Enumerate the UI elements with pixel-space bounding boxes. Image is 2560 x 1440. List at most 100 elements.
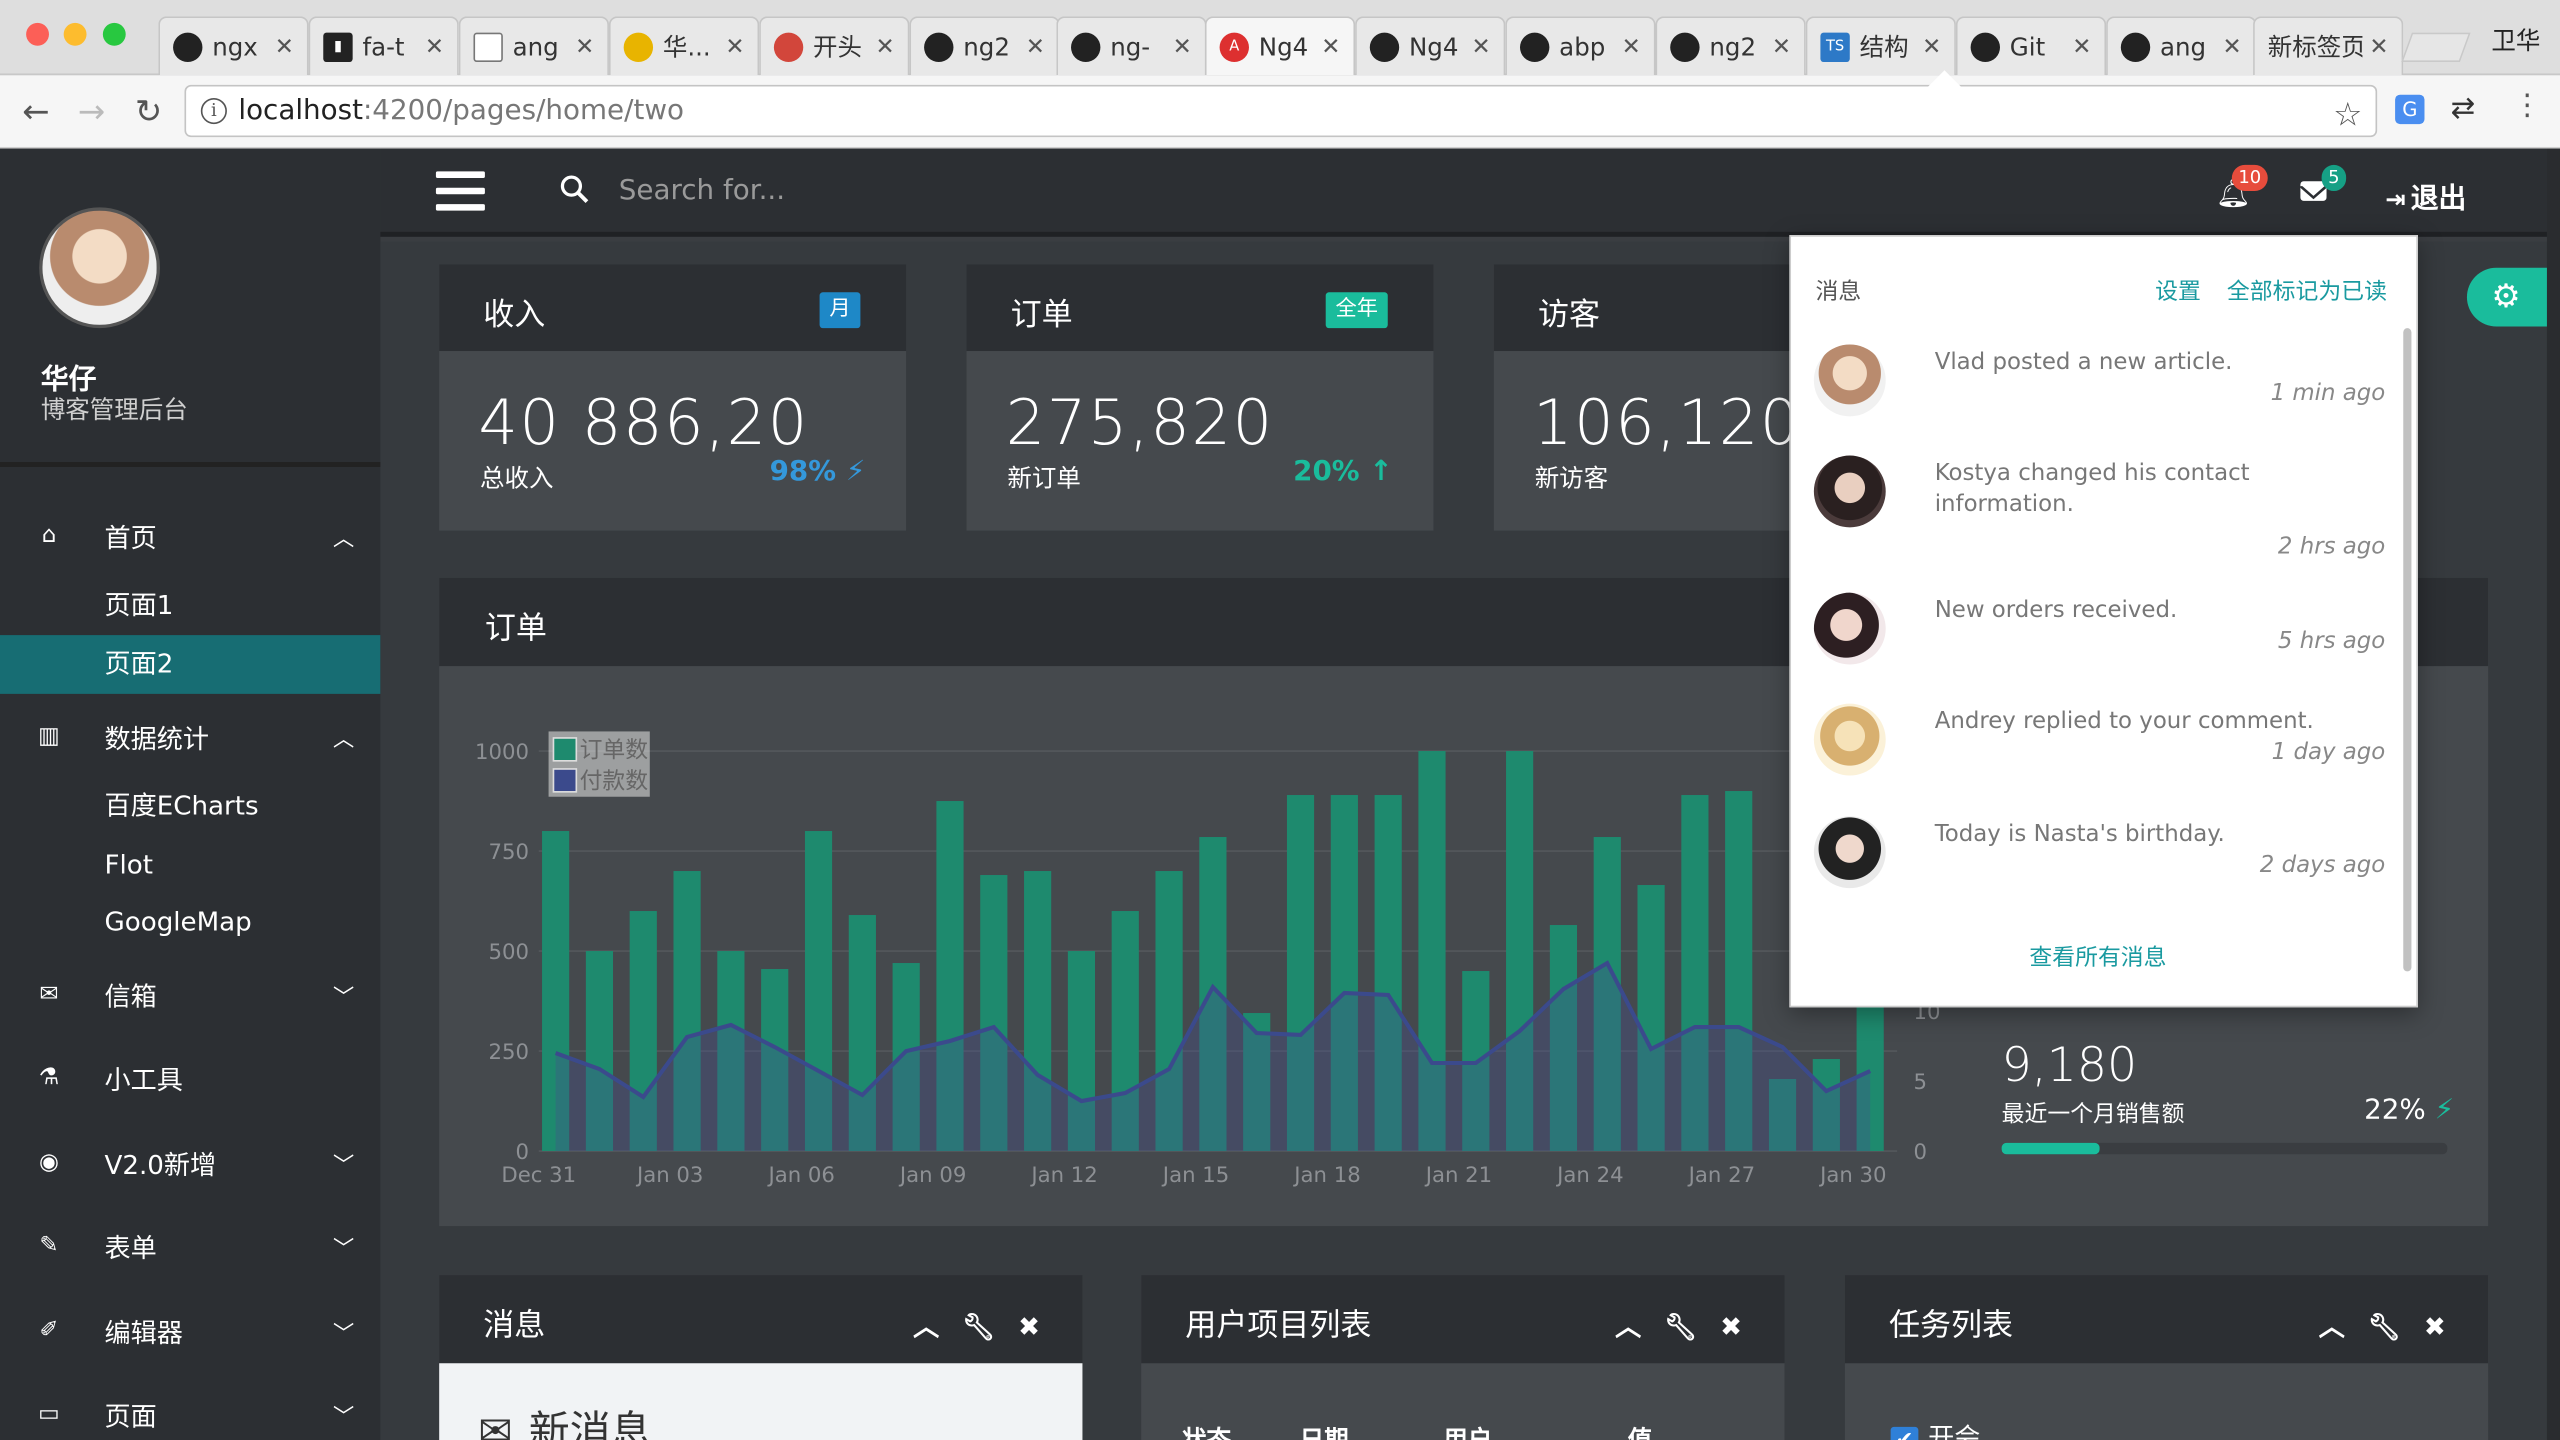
- extension-icon[interactable]: ⇄: [2451, 91, 2476, 125]
- settings-link[interactable]: 设置: [2155, 274, 2201, 307]
- tab-close-icon[interactable]: ✕: [1321, 33, 1340, 59]
- table-header-cell[interactable]: 日期: [1300, 1422, 1349, 1440]
- chevron-up-icon[interactable]: ︿: [333, 520, 354, 551]
- notification-item[interactable]: Vlad posted a new article. 1 min ago: [1791, 344, 2405, 448]
- sidebar-item[interactable]: ✎ 表单 ﹀: [0, 1216, 380, 1275]
- profile-name[interactable]: 卫华: [2491, 23, 2540, 57]
- wrench-icon[interactable]: 🔧︎: [962, 1311, 995, 1342]
- reload-icon[interactable]: ↻: [129, 91, 168, 130]
- table-header-cell[interactable]: 用户: [1443, 1422, 1492, 1440]
- stat-value: 40 886,20: [478, 386, 809, 459]
- search-icon[interactable]: [560, 175, 589, 204]
- sidebar-subitem[interactable]: 页面1: [0, 576, 380, 635]
- browser-tab[interactable]: Git ✕: [1955, 16, 2107, 76]
- stat-period-badge[interactable]: 月: [819, 292, 861, 329]
- chevron-up-icon[interactable]: ︿: [913, 1311, 939, 1342]
- sidebar-item[interactable]: ✐ 编辑器 ﹀: [0, 1301, 380, 1360]
- task-item[interactable]: ✔ 开会: [1890, 1416, 1980, 1440]
- info-icon[interactable]: i: [200, 97, 227, 125]
- task-checkbox[interactable]: ✔: [1890, 1426, 1919, 1440]
- avatar[interactable]: [39, 207, 160, 329]
- back-icon[interactable]: ←: [16, 91, 55, 130]
- sidebar-subitem[interactable]: 页面2: [0, 635, 381, 694]
- chevron-down-icon[interactable]: ﹀: [333, 979, 354, 1009]
- wrench-icon[interactable]: 🔧︎: [1664, 1311, 1697, 1342]
- sidebar-item[interactable]: ▥ 数据统计 ︿: [0, 707, 380, 766]
- tab-close-icon[interactable]: ✕: [275, 33, 294, 59]
- view-all-messages-link[interactable]: 查看所有消息: [1791, 940, 2405, 973]
- chevron-down-icon[interactable]: ﹀: [333, 1230, 354, 1261]
- hamburger-menu-icon[interactable]: [435, 171, 485, 211]
- page-scrollbar[interactable]: [2546, 148, 2560, 1440]
- browser-tab[interactable]: ngx ✕: [158, 16, 309, 76]
- chevron-up-icon[interactable]: ︿: [1615, 1311, 1641, 1342]
- tab-close-icon[interactable]: ✕: [575, 33, 594, 59]
- widget-tools: ︿ 🔧︎ ✖: [2296, 1304, 2446, 1343]
- browser-menu-icon[interactable]: ⋮: [2513, 88, 2542, 122]
- browser-tab[interactable]: ng- ✕: [1056, 16, 1207, 76]
- chevron-down-icon[interactable]: ﹀: [333, 1398, 354, 1429]
- browser-tab[interactable]: TS 结构 ✕: [1805, 16, 1956, 76]
- browser-tab[interactable]: abp ✕: [1505, 16, 1656, 76]
- browser-tab[interactable]: Ng4 ✕: [1355, 16, 1506, 76]
- notification-item[interactable]: Kostya changed his contact information. 2…: [1791, 455, 2405, 587]
- chevron-up-icon[interactable]: ︿: [2319, 1311, 2345, 1342]
- stat-period-badge[interactable]: 全年: [1325, 292, 1388, 329]
- new-tab-button[interactable]: [2401, 32, 2471, 63]
- tab-close-icon[interactable]: ✕: [1026, 33, 1045, 59]
- browser-tab[interactable]: ang ✕: [2106, 16, 2257, 76]
- chevron-up-icon[interactable]: ︿: [333, 721, 354, 751]
- browser-tab[interactable]: 新标签页 ✕: [2253, 16, 2404, 76]
- browser-tab[interactable]: 开头 ✕: [759, 16, 910, 76]
- tab-close-icon[interactable]: ✕: [1173, 33, 1192, 59]
- close-icon[interactable]: ✖: [2424, 1311, 2446, 1342]
- sidebar-item[interactable]: ⚗ 小工具: [0, 1048, 380, 1107]
- translate-extension-icon[interactable]: G: [2395, 94, 2425, 125]
- mark-all-read-link[interactable]: 全部标记为已读: [2227, 274, 2387, 307]
- tab-close-icon[interactable]: ✕: [1922, 33, 1941, 59]
- search-input[interactable]: [618, 171, 1272, 211]
- chevron-down-icon[interactable]: ﹀: [333, 1315, 354, 1346]
- tab-close-icon[interactable]: ✕: [2369, 33, 2388, 59]
- wrench-icon[interactable]: 🔧︎: [2368, 1311, 2401, 1342]
- notification-item[interactable]: New orders received. 5 hrs ago: [1791, 592, 2405, 697]
- sidebar-item[interactable]: ✉ 信箱 ﹀: [0, 965, 380, 1024]
- sidebar-subitem[interactable]: GoogleMap: [0, 893, 380, 952]
- browser-tab[interactable]: ng2 ✕: [909, 16, 1060, 76]
- maximize-window-button[interactable]: [102, 22, 126, 46]
- notification-item[interactable]: Today is Nasta's birthday. 2 days ago: [1791, 816, 2405, 920]
- browser-tab[interactable]: A Ng4 ✕: [1204, 16, 1356, 76]
- address-bar[interactable]: i localhost:4200/pages/home/two ☆: [184, 84, 2378, 139]
- tab-close-icon[interactable]: ✕: [725, 33, 744, 59]
- close-icon[interactable]: ✖: [1720, 1311, 1742, 1342]
- shield-icon: [773, 31, 804, 62]
- browser-tab[interactable]: □ ang ✕: [458, 16, 609, 76]
- chevron-down-icon[interactable]: ﹀: [333, 1147, 354, 1177]
- dropdown-scrollbar[interactable]: [2403, 328, 2412, 972]
- close-icon[interactable]: ✖: [1018, 1311, 1040, 1342]
- forward-icon[interactable]: →: [72, 91, 111, 130]
- logout-button[interactable]: ⇥ 退出: [2385, 175, 2466, 216]
- sidebar-subitem[interactable]: 百度ECharts: [0, 777, 380, 836]
- browser-tab[interactable]: 华... ✕: [608, 16, 760, 76]
- tab-close-icon[interactable]: ✕: [1772, 33, 1791, 59]
- minimize-window-button[interactable]: [63, 22, 87, 46]
- tab-close-icon[interactable]: ✕: [1622, 33, 1641, 59]
- sidebar-item[interactable]: ⌂ 首页 ︿: [0, 506, 380, 565]
- bookmark-star-icon[interactable]: ☆: [2333, 90, 2362, 139]
- sidebar-item[interactable]: ◉ V2.0新增 ﹀: [0, 1133, 380, 1192]
- table-header-cell[interactable]: 状态: [1182, 1422, 1231, 1440]
- tab-close-icon[interactable]: ✕: [876, 33, 895, 59]
- tab-close-icon[interactable]: ✕: [2222, 33, 2241, 59]
- sidebar-item[interactable]: ▭ 页面 ﹀: [0, 1384, 380, 1440]
- tab-close-icon[interactable]: ✕: [2072, 33, 2091, 59]
- widget-title: 任务列表: [1888, 1307, 2014, 1344]
- sidebar-subitem[interactable]: Flot: [0, 836, 380, 895]
- browser-tab[interactable]: ng2 ✕: [1655, 16, 1806, 76]
- notification-item[interactable]: Andrey replied to your comment. 1 day ago: [1791, 703, 2405, 808]
- tab-close-icon[interactable]: ✕: [425, 33, 444, 59]
- tab-close-icon[interactable]: ✕: [1471, 33, 1490, 59]
- table-header-cell[interactable]: 值: [1628, 1422, 1653, 1440]
- browser-tab[interactable]: ▮ fa-t ✕: [308, 16, 459, 76]
- close-window-button[interactable]: [26, 22, 49, 46]
